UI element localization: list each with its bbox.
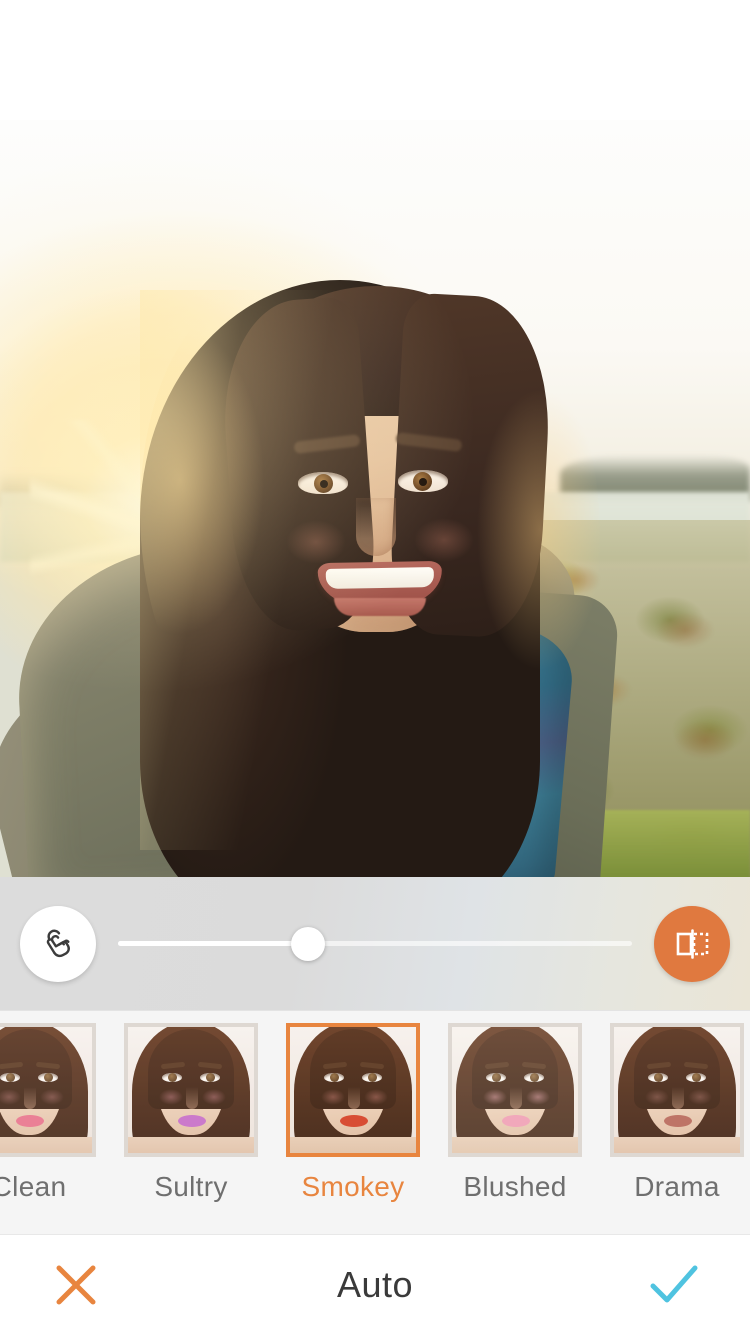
tap-gesture-icon bbox=[46, 929, 70, 957]
filter-carousel[interactable]: Clean Sultry Smokey Blushed Drama bbox=[0, 1011, 750, 1235]
preview-tint bbox=[128, 1027, 254, 1153]
preview-tint bbox=[614, 1027, 740, 1153]
filter-preview-face bbox=[290, 1027, 416, 1153]
filter-preview-face bbox=[0, 1027, 92, 1153]
compare-button[interactable] bbox=[654, 905, 730, 982]
filter-label: Blushed bbox=[463, 1171, 567, 1202]
filter-label: Sultry bbox=[154, 1171, 228, 1202]
cancel-button[interactable] bbox=[40, 1249, 112, 1321]
checkmark-icon bbox=[650, 1265, 698, 1302]
filter-thumbnail[interactable] bbox=[0, 1023, 96, 1157]
hair-rim-light-right bbox=[420, 330, 600, 750]
slider-thumb[interactable] bbox=[291, 926, 326, 961]
before-after-compare-icon bbox=[676, 928, 709, 959]
filter-preview-face bbox=[452, 1027, 578, 1153]
photo-stage bbox=[0, 0, 750, 877]
confirm-button[interactable] bbox=[638, 1249, 710, 1321]
filter-item-smokey[interactable]: Smokey bbox=[272, 1011, 434, 1234]
filter-item-blushed[interactable]: Blushed bbox=[434, 1011, 596, 1234]
photo-editor-screen: Clean Sultry Smokey Blushed Drama Auto bbox=[0, 0, 750, 1334]
adjust-toolbar bbox=[0, 877, 750, 1011]
bottom-action-bar: Auto bbox=[0, 1235, 750, 1334]
filter-item-clean[interactable]: Clean bbox=[0, 1011, 110, 1234]
filter-label: Smokey bbox=[301, 1171, 405, 1202]
preview-tint bbox=[452, 1027, 578, 1153]
filter-label: Drama bbox=[634, 1171, 720, 1202]
filter-preview-face bbox=[614, 1027, 740, 1153]
subject-lower-lip bbox=[334, 598, 426, 616]
preview-tint bbox=[290, 1027, 416, 1153]
page-title: Auto bbox=[336, 1263, 414, 1305]
filter-thumbnail[interactable] bbox=[124, 1023, 258, 1157]
intensity-slider[interactable] bbox=[118, 906, 632, 982]
filter-list: Clean Sultry Smokey Blushed Drama bbox=[0, 1011, 750, 1234]
slider-track-fill bbox=[118, 941, 309, 946]
filter-thumbnail[interactable] bbox=[610, 1023, 744, 1157]
filter-thumbnail[interactable] bbox=[286, 1023, 420, 1157]
photo-subject bbox=[0, 120, 750, 877]
edited-photo[interactable] bbox=[0, 120, 750, 877]
filter-item-sultry[interactable]: Sultry bbox=[110, 1011, 272, 1234]
preview-tint bbox=[0, 1027, 92, 1153]
filter-item-drama[interactable]: Drama bbox=[596, 1011, 750, 1234]
close-x-icon bbox=[56, 1265, 96, 1304]
subject-nose bbox=[356, 498, 396, 556]
hair-rim-light-left bbox=[140, 300, 350, 720]
touch-retouch-button[interactable] bbox=[20, 905, 96, 982]
filter-label: Clean bbox=[0, 1171, 67, 1202]
filter-preview-face bbox=[128, 1027, 254, 1153]
filter-thumbnail[interactable] bbox=[448, 1023, 582, 1157]
